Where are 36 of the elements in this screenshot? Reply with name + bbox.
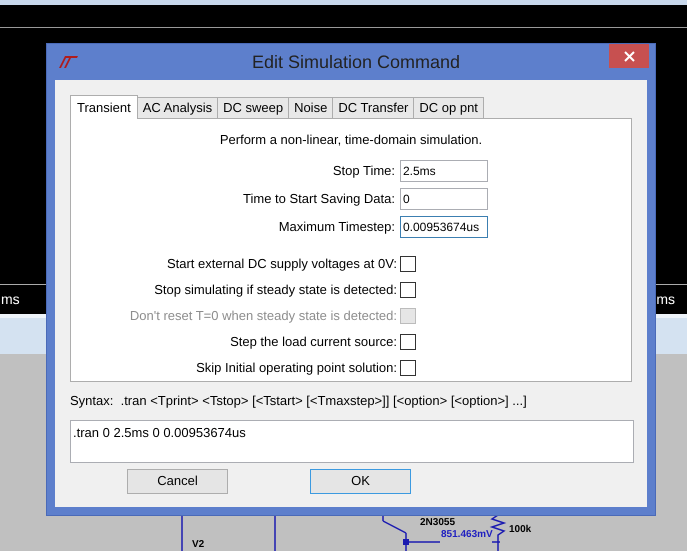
checkbox-label: Don't reset T=0 when steady state is detected: [128, 306, 398, 325]
checkbox[interactable] [400, 334, 416, 350]
field-label: Maximum Timestep: [278, 218, 396, 236]
dialog-button[interactable]: Cancel [127, 468, 228, 494]
close-icon [624, 50, 634, 62]
input-field[interactable]: 2.5ms [400, 160, 488, 182]
input-field[interactable]: 0 [400, 188, 488, 210]
checkbox-label: Skip Initial operating point solution: [195, 358, 398, 377]
schematic-label: 851.463mV [441, 530, 493, 540]
schematic-label: V2 [192, 540, 204, 550]
schematic-label: 2N3055 [420, 518, 456, 528]
checkbox-label: Step the load current source: [229, 332, 398, 351]
description-text: Perform a non-linear, time-domain simulation. [220, 131, 482, 149]
syntax-text: Syntax: .tran <Tprint> <Tstop> [<Tstart> [<Tmaxstep>]] [<option> [<option>] ...] [70, 392, 528, 410]
tab[interactable]: DC sweep [217, 97, 290, 118]
checkbox-label: Stop simulating if steady state is detected: [153, 280, 398, 299]
command-text-area[interactable]: .tran 0 2.5ms 0 0.00953674us [70, 420, 634, 462]
checkbox-label: Start external DC supply voltages at 0V: [166, 254, 398, 273]
tab[interactable]: Transient [70, 95, 138, 119]
input-field[interactable]: 0.00953674us [400, 216, 488, 238]
field-label: Time to Start Saving Data: [242, 190, 396, 208]
tab[interactable]: DC Transfer [332, 97, 414, 118]
field-label: Stop Time: [332, 162, 396, 180]
tab[interactable]: AC Analysis [136, 97, 218, 118]
dialog-button[interactable]: OK [310, 468, 411, 494]
schematic-label: 100k [509, 525, 532, 535]
close-button[interactable] [609, 44, 649, 68]
checkbox[interactable] [400, 282, 416, 298]
app-logo-icon [57, 55, 79, 69]
checkbox[interactable] [400, 256, 416, 272]
axis-unit-label: ms [656, 290, 675, 309]
tab[interactable]: Noise [288, 97, 334, 118]
checkbox[interactable] [400, 360, 416, 376]
axis-unit-label: ms [1, 290, 20, 309]
window-title: Edit Simulation Command [250, 50, 460, 74]
tab[interactable]: DC op pnt [413, 97, 484, 118]
